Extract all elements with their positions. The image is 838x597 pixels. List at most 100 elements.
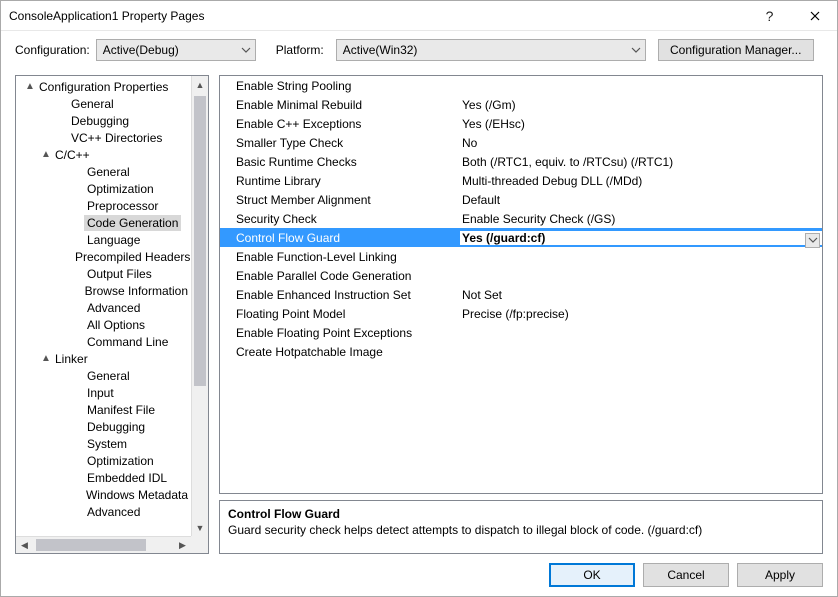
- platform-combo[interactable]: Active(Win32): [336, 39, 646, 61]
- tree-item[interactable]: Advanced: [16, 299, 191, 316]
- scroll-left-icon[interactable]: ◀: [16, 537, 33, 553]
- tree-item[interactable]: Input: [16, 384, 191, 401]
- tree-item[interactable]: Preprocessor: [16, 197, 191, 214]
- property-name: Floating Point Model: [220, 307, 460, 321]
- tree-item[interactable]: Advanced: [16, 503, 191, 520]
- window-title: ConsoleApplication1 Property Pages: [9, 9, 747, 23]
- tree-item[interactable]: Browse Information: [16, 282, 191, 299]
- scroll-down-icon[interactable]: ▼: [192, 519, 208, 536]
- ok-button[interactable]: OK: [549, 563, 635, 587]
- tree-item[interactable]: System: [16, 435, 191, 452]
- dialog-buttons: OK Cancel Apply: [1, 554, 837, 596]
- cancel-button[interactable]: Cancel: [643, 563, 729, 587]
- tree-item-label: Optimization: [84, 181, 157, 197]
- tree-item-label: General: [84, 368, 133, 384]
- dropdown-button[interactable]: [805, 233, 820, 248]
- property-row[interactable]: Enable String Pooling: [220, 76, 822, 95]
- scroll-thumb[interactable]: [36, 539, 146, 551]
- tree-item[interactable]: Code Generation: [16, 214, 191, 231]
- tree-item[interactable]: ▲Linker: [16, 350, 191, 367]
- property-row[interactable]: Enable C++ ExceptionsYes (/EHsc): [220, 114, 822, 133]
- tree-item-label: Advanced: [84, 504, 143, 520]
- property-row[interactable]: Enable Floating Point Exceptions: [220, 323, 822, 342]
- chevron-down-icon: [631, 44, 641, 58]
- property-row[interactable]: Struct Member AlignmentDefault: [220, 190, 822, 209]
- tree-item-label: Language: [84, 232, 143, 248]
- tree-item[interactable]: General: [16, 95, 191, 112]
- property-value[interactable]: Default: [460, 193, 822, 207]
- tree-item-label: Linker: [52, 351, 91, 367]
- config-bar: Configuration: Active(Debug) Platform: A…: [1, 31, 837, 69]
- property-value[interactable]: Both (/RTC1, equiv. to /RTCsu) (/RTC1): [460, 155, 822, 169]
- configuration-combo[interactable]: Active(Debug): [96, 39, 256, 61]
- tree-item[interactable]: Language: [16, 231, 191, 248]
- platform-value: Active(Win32): [343, 43, 418, 57]
- expand-icon[interactable]: ▲: [40, 149, 52, 160]
- tree-item[interactable]: General: [16, 367, 191, 384]
- scroll-right-icon[interactable]: ▶: [174, 537, 191, 553]
- property-value[interactable]: Yes (/Gm): [460, 98, 822, 112]
- property-value[interactable]: Not Set: [460, 288, 822, 302]
- tree-item-label: Output Files: [84, 266, 155, 282]
- property-row[interactable]: Enable Minimal RebuildYes (/Gm): [220, 95, 822, 114]
- tree-item[interactable]: All Options: [16, 316, 191, 333]
- scroll-up-icon[interactable]: ▲: [192, 76, 208, 93]
- tree-item[interactable]: Output Files: [16, 265, 191, 282]
- tree-item[interactable]: ▲Configuration Properties: [16, 78, 191, 95]
- property-value[interactable]: Enable Security Check (/GS): [460, 212, 822, 226]
- property-row[interactable]: Floating Point ModelPrecise (/fp:precise…: [220, 304, 822, 323]
- property-name: Enable Parallel Code Generation: [220, 269, 460, 283]
- tree-item-label: Command Line: [84, 334, 171, 350]
- tree-item[interactable]: Debugging: [16, 418, 191, 435]
- property-row[interactable]: Enable Parallel Code Generation: [220, 266, 822, 285]
- property-row[interactable]: Enable Function-Level Linking: [220, 247, 822, 266]
- tree-item-label: VC++ Directories: [68, 130, 165, 146]
- tree-item[interactable]: Command Line: [16, 333, 191, 350]
- tree-item[interactable]: Embedded IDL: [16, 469, 191, 486]
- property-value[interactable]: Yes (/guard:cf): [460, 231, 822, 245]
- property-value[interactable]: Yes (/EHsc): [460, 117, 822, 131]
- property-row[interactable]: Create Hotpatchable Image: [220, 342, 822, 361]
- property-grid: Enable String Pooling Enable Minimal Rebu…: [219, 75, 823, 494]
- tree-item[interactable]: Optimization: [16, 452, 191, 469]
- property-row[interactable]: Enable Enhanced Instruction SetNot Set: [220, 285, 822, 304]
- expand-icon[interactable]: ▲: [24, 81, 36, 92]
- tree-item[interactable]: Manifest File: [16, 401, 191, 418]
- property-row[interactable]: Control Flow GuardYes (/guard:cf): [220, 228, 822, 247]
- property-grid-body[interactable]: Enable String Pooling Enable Minimal Rebu…: [220, 76, 822, 493]
- property-value[interactable]: Multi-threaded Debug DLL (/MDd): [460, 174, 822, 188]
- tree-item-label: General: [84, 164, 133, 180]
- tree-item[interactable]: General: [16, 163, 191, 180]
- help-button[interactable]: ?: [747, 1, 792, 31]
- tree-item-label: Configuration Properties: [36, 79, 171, 95]
- tree-item[interactable]: Optimization: [16, 180, 191, 197]
- scroll-thumb[interactable]: [194, 96, 206, 386]
- tree-item[interactable]: Debugging: [16, 112, 191, 129]
- tree-item[interactable]: Windows Metadata: [16, 486, 191, 503]
- category-tree: ▲Configuration PropertiesGeneralDebuggin…: [15, 75, 209, 554]
- property-row[interactable]: Basic Runtime ChecksBoth (/RTC1, equiv. …: [220, 152, 822, 171]
- tree-item[interactable]: Precompiled Headers: [16, 248, 191, 265]
- tree-item[interactable]: VC++ Directories: [16, 129, 191, 146]
- apply-button[interactable]: Apply: [737, 563, 823, 587]
- property-row[interactable]: Smaller Type CheckNo: [220, 133, 822, 152]
- close-button[interactable]: [792, 1, 837, 31]
- configuration-label: Configuration:: [15, 43, 90, 57]
- property-name: Enable C++ Exceptions: [220, 117, 460, 131]
- configuration-manager-button[interactable]: Configuration Manager...: [658, 39, 814, 61]
- property-row[interactable]: Runtime LibraryMulti-threaded Debug DLL …: [220, 171, 822, 190]
- tree-item[interactable]: ▲C/C++: [16, 146, 191, 163]
- description-title: Control Flow Guard: [228, 507, 814, 521]
- tree-item-label: Preprocessor: [84, 198, 161, 214]
- tree-item-label: System: [84, 436, 130, 452]
- property-name: Enable Enhanced Instruction Set: [220, 288, 460, 302]
- property-name: Enable String Pooling: [220, 79, 460, 93]
- property-row[interactable]: Security CheckEnable Security Check (/GS…: [220, 209, 822, 228]
- tree-vertical-scrollbar[interactable]: ▲ ▼: [191, 76, 208, 536]
- tree-horizontal-scrollbar[interactable]: ◀ ▶: [16, 536, 191, 553]
- property-value[interactable]: Precise (/fp:precise): [460, 307, 822, 321]
- expand-icon[interactable]: ▲: [40, 353, 52, 364]
- property-value[interactable]: No: [460, 136, 822, 150]
- property-name: Control Flow Guard: [220, 231, 460, 245]
- tree-body[interactable]: ▲Configuration PropertiesGeneralDebuggin…: [16, 76, 191, 536]
